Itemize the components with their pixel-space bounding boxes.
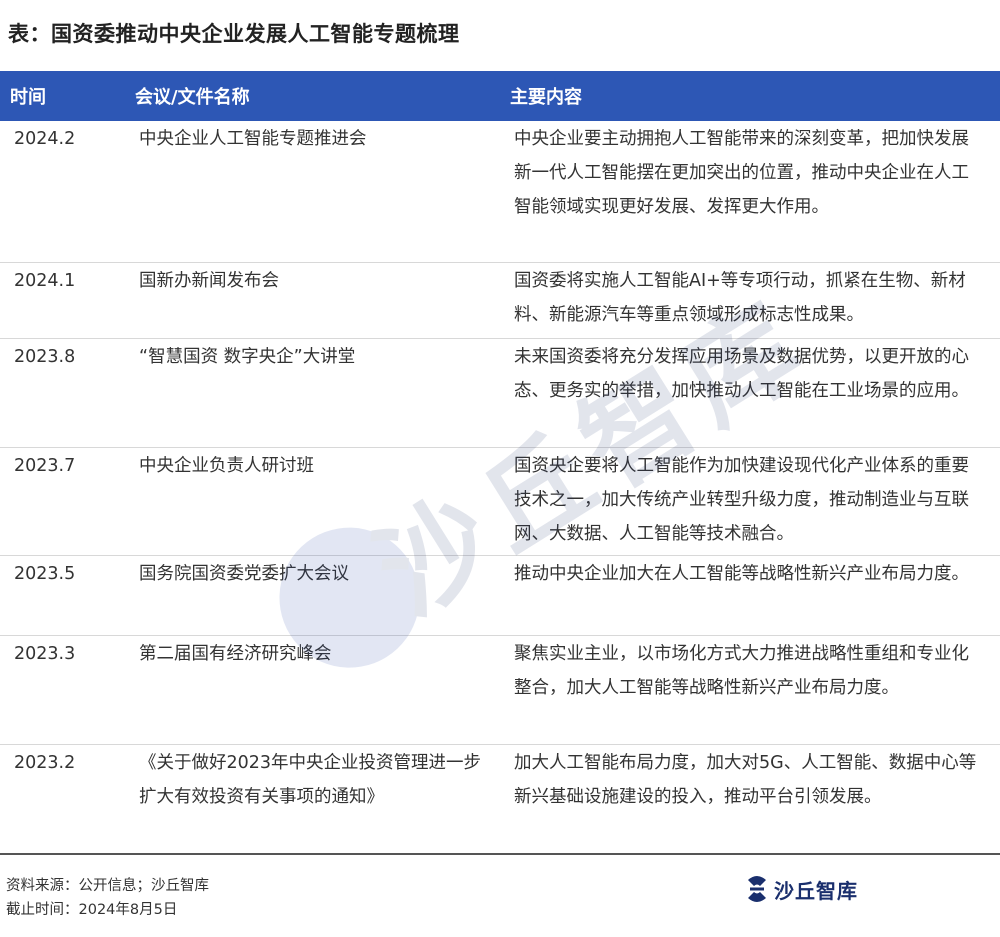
row-content: 加大人工智能布局力度，加大对5G、人工智能、数据中心等新兴基础设施建设的投入，推… [514, 753, 977, 807]
row-time: 2023.3 [14, 644, 76, 664]
table-row: 2023.7 中央企业负责人研讨班 国资央企要将人工智能作为加快建设现代化产业体… [0, 448, 1000, 556]
table-row: 2023.8 “智慧国资 数字央企”大讲堂 未来国资委将充分发挥应用场景及数据优… [0, 339, 1000, 448]
header-content: 主要内容 [510, 87, 582, 108]
source-note: 资料来源：公开信息；沙丘智库 [6, 878, 209, 894]
row-name: 中央企业人工智能专题推进会 [139, 129, 367, 149]
row-name: 国新办新闻发布会 [139, 271, 279, 291]
row-time: 2023.5 [14, 564, 76, 584]
row-content: 未来国资委将充分发挥应用场景及数据优势，以更开放的心态、更务实的举措，加快推动人… [514, 347, 969, 401]
header-time: 时间 [10, 87, 46, 108]
cutoff-date: 截止时间：2024年8月5日 [6, 902, 178, 918]
row-name: 国务院国资委党委扩大会议 [139, 564, 349, 584]
ai-policy-table: 时间 会议/文件名称 主要内容 2024.2 中央企业人工智能专题推进会 中央企… [0, 71, 1000, 855]
row-name: 中央企业负责人研讨班 [139, 456, 314, 476]
logo-text: 沙丘智库 [774, 878, 858, 903]
table-row: 2023.3 第二届国有经济研究峰会 聚焦实业主业，以市场化方式大力推进战略性重… [0, 636, 1000, 745]
row-content: 国资央企要将人工智能作为加快建设现代化产业体系的重要技术之一，加大传统产业转型升… [514, 456, 969, 544]
row-time: 2023.2 [14, 753, 76, 773]
row-time: 2024.2 [14, 129, 76, 149]
row-name: 《关于做好2023年中央企业投资管理进一步扩大有效投资有关事项的通知》 [139, 753, 482, 807]
row-time: 2023.8 [14, 347, 76, 367]
row-name: “智慧国资 数字央企”大讲堂 [139, 347, 356, 367]
row-content: 中央企业要主动拥抱人工智能带来的深刻变革，把加快发展新一代人工智能摆在更加突出的… [514, 129, 969, 217]
footer: 资料来源：公开信息；沙丘智库 截止时间：2024年8月5日 [6, 874, 209, 922]
row-content: 聚焦实业主业，以市场化方式大力推进战略性重组和专业化整合，加大人工智能等战略性新… [514, 644, 969, 698]
brand-logo: 沙丘智库 [744, 874, 858, 904]
row-name: 第二届国有经济研究峰会 [139, 644, 332, 664]
row-content: 国资委将实施人工智能AI+等专项行动，抓紧在生物、新材料、新能源汽车等重点领域形… [514, 271, 966, 325]
table-title: 表：国资委推动中央企业发展人工智能专题梳理 [8, 22, 460, 46]
shaqiu-logo-icon [748, 876, 766, 902]
header-name: 会议/文件名称 [135, 87, 250, 108]
table-row: 2024.1 国新办新闻发布会 国资委将实施人工智能AI+等专项行动，抓紧在生物… [0, 263, 1000, 339]
table-row: 2024.2 中央企业人工智能专题推进会 中央企业要主动拥抱人工智能带来的深刻变… [0, 121, 1000, 263]
table-header: 时间 会议/文件名称 主要内容 [0, 71, 1000, 121]
row-time: 2024.1 [14, 271, 76, 291]
table-row: 2023.2 《关于做好2023年中央企业投资管理进一步扩大有效投资有关事项的通… [0, 745, 1000, 855]
row-content: 推动中央企业加大在人工智能等战略性新兴产业布局力度。 [514, 564, 969, 584]
table-row: 2023.5 国务院国资委党委扩大会议 推动中央企业加大在人工智能等战略性新兴产… [0, 556, 1000, 636]
row-time: 2023.7 [14, 456, 76, 476]
